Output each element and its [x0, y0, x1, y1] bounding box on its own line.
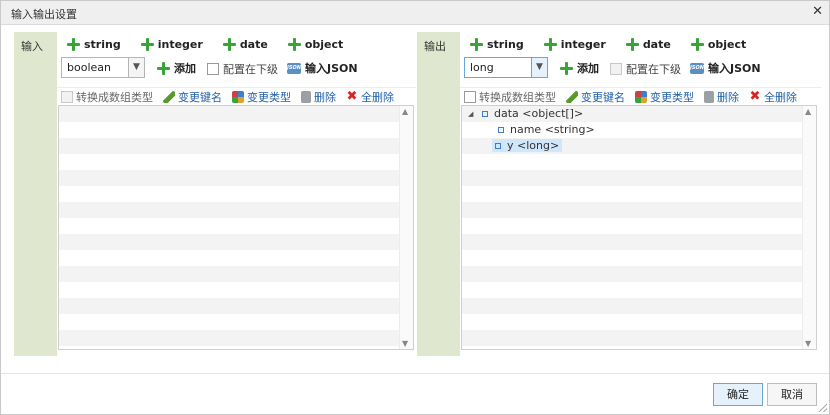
output-add-integer-button[interactable]: integer — [543, 36, 606, 52]
input-delete-button[interactable]: 删除 — [301, 89, 336, 105]
output-delete-all-button[interactable]: ✖ 全删除 — [749, 89, 797, 105]
pencil-icon — [163, 90, 175, 103]
output-panel: 输出 string integer date object long ▼ 添加 … — [417, 32, 821, 356]
input-add-date-button[interactable]: date — [222, 36, 268, 52]
scroll-down-icon[interactable]: ▼ — [402, 339, 408, 348]
output-add-string-button[interactable]: string — [470, 36, 524, 52]
input-type-select[interactable]: boolean ▼ — [61, 57, 145, 78]
output-add-row: long ▼ 添加 配置在下级 JSON 输入JSON — [464, 57, 824, 79]
input-convert-array-checkbox[interactable]: 转换成数组类型 — [61, 89, 153, 105]
output-list-scrollbar[interactable]: ▲ ▼ — [802, 106, 816, 349]
cancel-button[interactable]: 取消 — [767, 383, 817, 406]
checkbox-icon[interactable] — [61, 90, 73, 103]
chevron-down-icon[interactable]: ▼ — [531, 58, 547, 77]
json-icon: JSON — [690, 62, 704, 74]
tree-node-selected: y <long> — [492, 139, 563, 152]
input-type-buttons: string integer date object — [67, 36, 343, 52]
output-add-object-button[interactable]: object — [690, 36, 746, 52]
input-side-label: 输入 — [14, 32, 57, 356]
output-type-buttons: string integer date object — [470, 36, 746, 52]
plus-icon — [690, 37, 704, 51]
scroll-down-icon[interactable]: ▼ — [805, 339, 811, 348]
io-settings-dialog: 输入输出设置 ✕ 输入 string integer date object b… — [0, 0, 830, 415]
tree-node-data[interactable]: ◢ data <object[]> — [462, 106, 802, 122]
scroll-up-icon[interactable]: ▲ — [805, 107, 811, 116]
output-import-json-button[interactable]: JSON 输入JSON — [690, 60, 761, 76]
plus-icon — [140, 37, 154, 51]
input-add-integer-button[interactable]: integer — [140, 36, 203, 52]
input-import-json-button[interactable]: JSON 输入JSON — [287, 60, 358, 76]
tree-node-icon — [482, 111, 488, 117]
plus-icon — [222, 37, 236, 51]
checkbox-icon[interactable] — [207, 63, 219, 75]
checkbox-icon[interactable] — [464, 90, 476, 103]
change-type-icon — [232, 90, 244, 103]
input-add-object-button[interactable]: object — [287, 36, 343, 52]
tree-expand-icon[interactable]: ◢ — [468, 106, 473, 122]
input-field-list[interactable]: ▲ ▼ — [58, 105, 414, 350]
input-label: 输入 — [21, 40, 43, 53]
input-rename-button[interactable]: 变更键名 — [163, 89, 222, 105]
output-toolbar: 转换成数组类型 变更键名 变更类型 删除 ✖ 全删除 — [460, 87, 821, 105]
output-label: 输出 — [424, 40, 446, 53]
input-type-select-value: boolean — [67, 61, 111, 74]
input-content: string integer date object boolean ▼ 添加 … — [57, 32, 416, 356]
tree-node-icon — [498, 127, 504, 133]
input-add-button[interactable]: 添加 — [157, 60, 196, 76]
input-toolbar: 转换成数组类型 变更键名 变更类型 删除 ✖ 全删除 — [57, 87, 416, 105]
chevron-down-icon[interactable]: ▼ — [128, 58, 144, 77]
input-add-row: boolean ▼ 添加 配置在下级 JSON 输入JSON — [61, 57, 421, 79]
output-content: string integer date object long ▼ 添加 配置在… — [460, 32, 821, 356]
output-rename-button[interactable]: 变更键名 — [566, 89, 625, 105]
input-delete-all-button[interactable]: ✖ 全删除 — [346, 89, 394, 105]
resize-grip-icon[interactable] — [818, 403, 827, 412]
plus-icon — [625, 37, 639, 51]
plus-icon — [543, 37, 557, 51]
input-add-string-button[interactable]: string — [67, 36, 121, 52]
red-x-icon: ✖ — [346, 88, 358, 104]
close-icon[interactable]: ✕ — [812, 4, 823, 19]
plus-icon — [157, 61, 170, 75]
input-change-type-button[interactable]: 变更类型 — [232, 89, 291, 105]
output-add-button[interactable]: 添加 — [560, 60, 599, 76]
tree-node-icon — [495, 143, 501, 149]
plus-icon — [560, 61, 573, 75]
red-x-icon: ✖ — [749, 88, 761, 104]
output-field-tree[interactable]: ◢ data <object[]> name <string> y <long>… — [461, 105, 817, 350]
plus-icon — [67, 37, 80, 51]
input-list-rows — [59, 106, 399, 349]
trash-icon — [301, 90, 311, 103]
output-convert-array-checkbox[interactable]: 转换成数组类型 — [464, 89, 556, 105]
plus-icon — [470, 37, 483, 51]
input-panel: 输入 string integer date object boolean ▼ … — [14, 32, 416, 356]
footer-divider — [1, 373, 829, 374]
output-tree: ◢ data <object[]> name <string> y <long> — [462, 106, 802, 154]
output-type-select[interactable]: long ▼ — [464, 57, 548, 78]
input-config-lower-checkbox[interactable]: 配置在下级 — [207, 61, 278, 77]
checkbox-icon[interactable] — [610, 63, 622, 75]
output-type-select-value: long — [470, 61, 494, 74]
tree-node-name[interactable]: name <string> — [462, 122, 802, 138]
output-config-lower-checkbox[interactable]: 配置在下级 — [610, 61, 681, 77]
scroll-up-icon[interactable]: ▲ — [402, 107, 408, 116]
plus-icon — [287, 37, 301, 51]
output-change-type-button[interactable]: 变更类型 — [635, 89, 694, 105]
output-add-date-button[interactable]: date — [625, 36, 671, 52]
pencil-icon — [566, 90, 578, 103]
output-side-label: 输出 — [417, 32, 460, 356]
output-delete-button[interactable]: 删除 — [704, 89, 739, 105]
ok-button[interactable]: 确定 — [713, 383, 763, 406]
trash-icon — [704, 90, 714, 103]
tree-node-y[interactable]: y <long> — [462, 138, 802, 154]
input-list-scrollbar[interactable]: ▲ ▼ — [399, 106, 413, 349]
dialog-titlebar: 输入输出设置 ✕ — [1, 1, 829, 25]
dialog-title: 输入输出设置 — [11, 8, 77, 21]
json-icon: JSON — [287, 62, 301, 74]
change-type-icon — [635, 90, 647, 103]
